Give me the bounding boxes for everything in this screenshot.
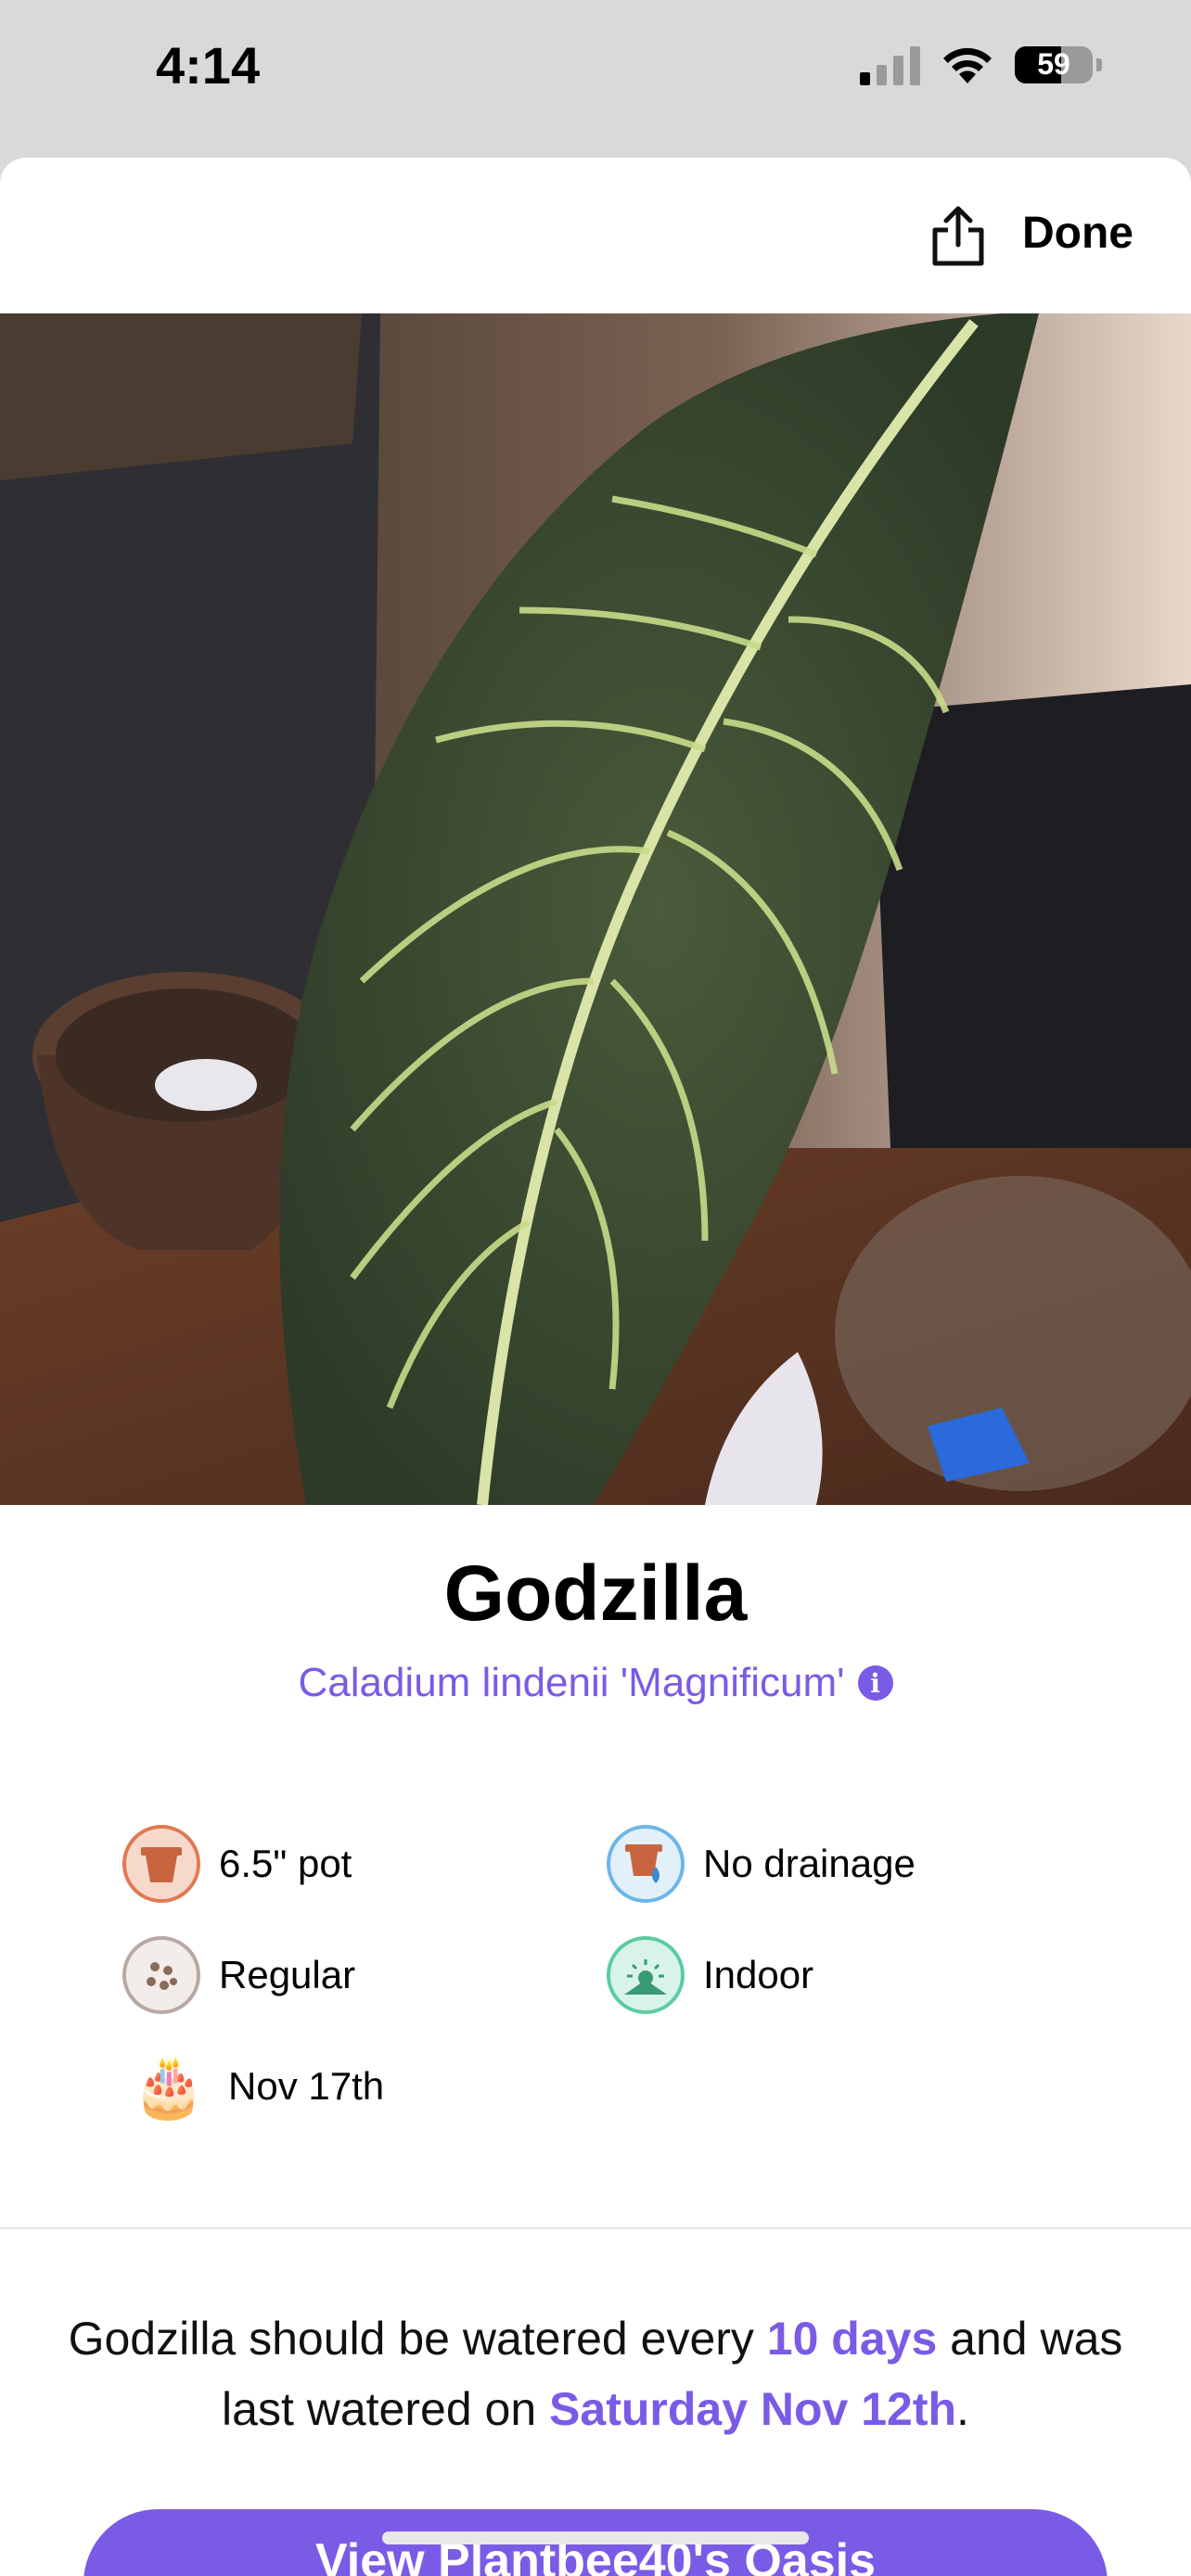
- attribute-location[interactable]: Indoor: [607, 1936, 813, 2014]
- pot-icon: [122, 1825, 200, 1903]
- birthday-label: Nov 17th: [228, 2064, 385, 2108]
- share-icon[interactable]: [926, 204, 991, 269]
- nav-bar: Done: [0, 158, 1191, 313]
- battery-icon: 59: [1015, 46, 1093, 83]
- species-name[interactable]: Caladium lindenii 'Magnificum': [298, 1660, 844, 1706]
- soil-label: Regular: [219, 1953, 356, 1996]
- last-watered-date: Saturday Nov 12th: [549, 2383, 957, 2435]
- soil-icon: [122, 1936, 200, 2014]
- indoor-icon: [607, 1936, 685, 2014]
- done-button[interactable]: Done: [1022, 208, 1133, 259]
- watering-prefix: Godzilla should be watered every: [68, 2313, 767, 2365]
- status-icons: 59: [860, 45, 1102, 85]
- watering-interval: 10 days: [766, 2313, 938, 2365]
- location-label: Indoor: [703, 1953, 814, 1996]
- plant-name: Godzilla: [443, 1549, 748, 1637]
- status-bar: 4:14 59: [0, 0, 1191, 158]
- info-icon[interactable]: i: [857, 1665, 893, 1701]
- no-drainage-icon: [607, 1825, 685, 1903]
- attribute-drainage[interactable]: No drainage: [607, 1825, 916, 1903]
- drainage-label: No drainage: [703, 1842, 916, 1885]
- pot-size-label: 6.5" pot: [219, 1842, 352, 1885]
- battery-percentage: 59: [1037, 47, 1070, 81]
- plant-detail-sheet: Done Godzilla Caladium lindenii 'Magnifi…: [0, 158, 1191, 2576]
- home-indicator: [382, 2531, 809, 2544]
- birthday-cake-icon: 🎂: [132, 2052, 206, 2120]
- cellular-signal-icon: [860, 45, 920, 85]
- attribute-soil[interactable]: Regular: [122, 1936, 355, 2014]
- species-row[interactable]: Caladium lindenii 'Magnificum' i: [0, 1660, 1191, 1706]
- attribute-birthday[interactable]: 🎂 Nov 17th: [128, 2046, 384, 2127]
- watering-suffix: .: [956, 2383, 969, 2435]
- section-divider: [0, 2227, 1191, 2229]
- watering-summary: Godzilla should be watered every 10 days…: [65, 2303, 1126, 2444]
- status-time: 4:14: [156, 36, 261, 95]
- battery-tip: [1096, 58, 1102, 71]
- wifi-icon: [943, 47, 992, 83]
- attribute-pot[interactable]: 6.5" pot: [122, 1825, 352, 1903]
- plant-photo: [0, 313, 1191, 1505]
